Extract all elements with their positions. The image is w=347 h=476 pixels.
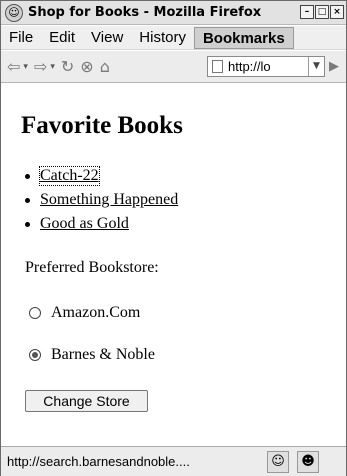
reload-icon: ↻ [60,57,75,76]
radio-button[interactable] [29,349,41,361]
page-content: Favorite Books Catch-22 Something Happen… [1,84,346,444]
bullet-icon [25,221,30,227]
change-store-button[interactable]: Change Store [25,390,148,412]
back-arrow-icon: ⇦ [7,57,21,76]
bullet-icon [25,173,30,179]
url-bar[interactable]: http://lo ▼ [207,56,325,77]
list-item: Something Happened [25,188,178,212]
back-button[interactable]: ⇦ ▾ [7,57,28,76]
chevron-down-icon[interactable]: ▾ [23,62,28,72]
stop-button[interactable]: ⊗ [80,57,93,76]
list-item: Catch-22 [25,164,178,188]
smiley-icon[interactable]: ☻ [297,450,319,473]
maximize-icon[interactable]: □ [315,5,329,19]
browser-window: ☺ Shop for Books - Mozilla Firefox – □ ×… [0,0,347,476]
status-bar: http://search.barnesandnoble.... ☺ ☻ [1,446,346,476]
window-controls: – □ × [300,5,344,19]
home-button[interactable]: ⌂ [100,57,110,76]
menu-file[interactable]: File [1,27,41,49]
url-text[interactable]: http://lo [228,59,292,74]
stop-icon: ⊗ [80,57,94,76]
book-link[interactable]: Something Happened [40,191,178,209]
firefox-icon: ☺ [5,3,23,22]
minimize-icon[interactable]: – [300,5,314,19]
menu-history[interactable]: History [131,27,194,49]
close-icon[interactable]: × [330,5,344,19]
menu-edit[interactable]: Edit [41,27,83,49]
bullet-icon [25,197,30,203]
chevron-down-icon[interactable]: ▾ [50,62,55,72]
navigation-toolbar: ⇦ ▾ ⇨ ▾ ↻ ⊗ ⌂ http://lo ▼ ▶ [1,51,346,83]
forward-button[interactable]: ⇨ ▾ [34,57,55,76]
title-bar: ☺ Shop for Books - Mozilla Firefox – □ × [1,1,346,25]
bookstore-label: Preferred Bookstore: [25,259,159,276]
radio-label: Amazon.Com [51,304,141,321]
radio-option-amazon[interactable]: Amazon.Com [29,304,140,322]
home-icon: ⌂ [99,57,110,76]
reload-button[interactable]: ↻ [61,57,74,76]
go-arrow-icon[interactable]: ▶ [329,59,339,74]
menu-view[interactable]: View [83,27,131,49]
page-icon [212,60,223,73]
window-title: Shop for Books - Mozilla Firefox [28,5,262,20]
forward-arrow-icon: ⇨ [33,57,48,76]
list-item: Good as Gold [25,212,178,236]
menu-bar: File Edit View History Bookmarks [1,26,346,50]
book-link[interactable]: Good as Gold [40,215,129,233]
status-text: http://search.barnesandnoble.... [7,454,190,469]
firefox-icon[interactable]: ☺ [267,450,289,473]
page-title: Favorite Books [21,112,183,139]
book-list: Catch-22 Something Happened Good as Gold [25,164,178,236]
radio-option-barnes[interactable]: Barnes & Noble [29,346,155,364]
book-link[interactable]: Catch-22 [39,166,100,186]
radio-label: Barnes & Noble [51,346,155,363]
menu-bookmarks[interactable]: Bookmarks [193,26,294,49]
radio-button[interactable] [29,307,41,319]
chevron-down-icon[interactable]: ▼ [308,57,324,76]
